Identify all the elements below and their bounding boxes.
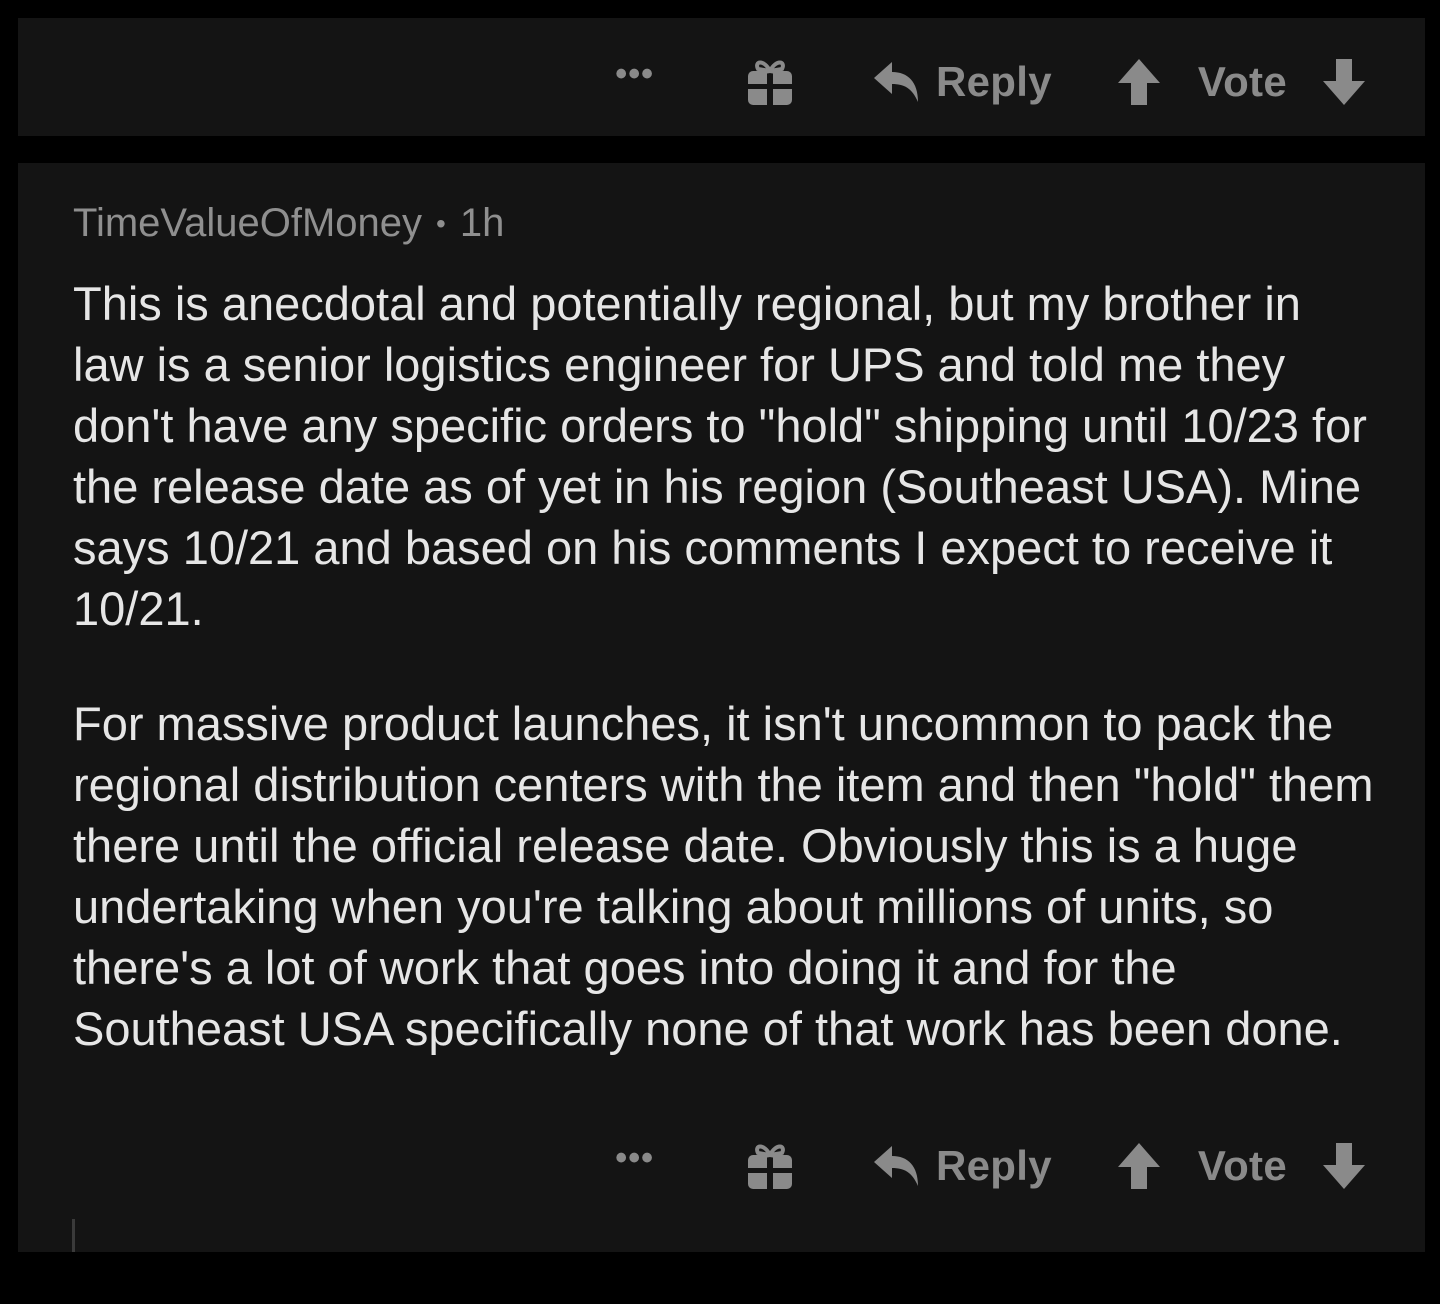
upvote-icon[interactable]	[1116, 1141, 1162, 1191]
comment-paragraph: For massive product launches, it isn't u…	[73, 697, 1374, 1055]
downvote-icon[interactable]	[1321, 57, 1367, 107]
previous-comment-action-bar: ••• Reply Vote	[18, 18, 1425, 136]
reply-button[interactable]: Reply	[872, 1142, 1052, 1190]
more-options-button[interactable]: •••	[615, 57, 654, 91]
action-row: ••• Reply Vote	[615, 1134, 1367, 1198]
reply-icon	[874, 1146, 919, 1186]
more-options-button[interactable]: •••	[615, 1141, 654, 1175]
gift-icon	[748, 1144, 793, 1189]
comment-meta: TimeValueOfMoney • 1h	[73, 201, 504, 246]
award-button[interactable]	[746, 1140, 794, 1192]
gift-icon	[748, 60, 793, 105]
action-row: ••• Reply Vote	[615, 50, 1367, 114]
screen: ••• Reply Vote TimeValueOfMoney • 1h Thi…	[0, 0, 1440, 1304]
comment-body: This is anecdotal and potentially region…	[73, 273, 1383, 1059]
comment-card: TimeValueOfMoney • 1h This is anecdotal …	[18, 163, 1425, 1252]
vote-label: Vote	[1197, 58, 1287, 105]
vote-label: Vote	[1197, 1142, 1287, 1189]
reply-icon	[874, 62, 919, 102]
vote-controls: Vote	[1116, 1141, 1367, 1191]
downvote-icon[interactable]	[1321, 1141, 1367, 1191]
vote-controls: Vote	[1116, 57, 1367, 107]
award-button[interactable]	[746, 56, 794, 108]
upvote-icon[interactable]	[1116, 57, 1162, 107]
reply-button[interactable]: Reply	[872, 58, 1052, 106]
thread-line[interactable]	[72, 1219, 75, 1252]
reply-label: Reply	[936, 58, 1052, 105]
comment-author[interactable]: TimeValueOfMoney	[73, 201, 422, 246]
meta-separator: •	[436, 207, 446, 239]
comment-age: 1h	[459, 201, 505, 245]
reply-label: Reply	[936, 1142, 1052, 1189]
comment-paragraph: This is anecdotal and potentially region…	[73, 277, 1367, 635]
